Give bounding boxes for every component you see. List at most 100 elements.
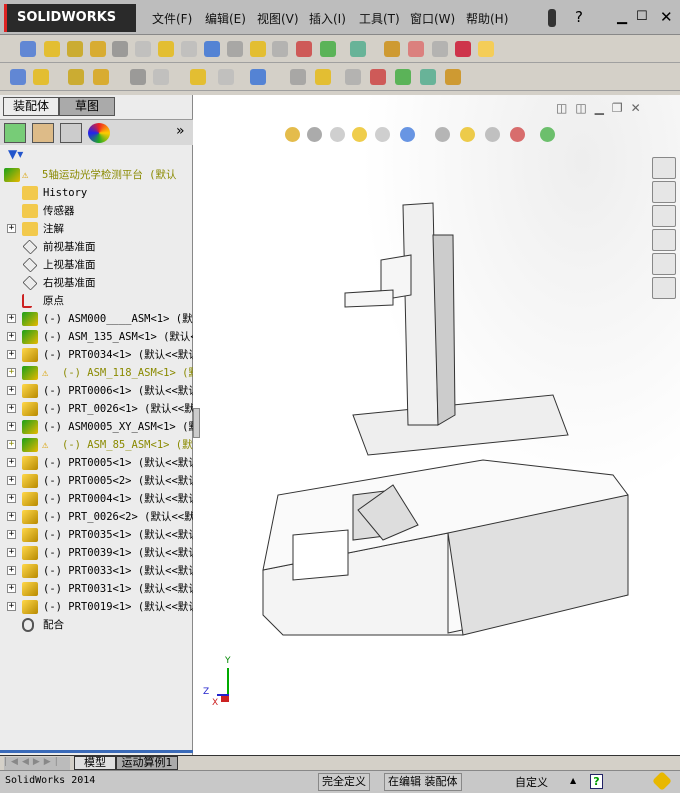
expand-icon[interactable]: +: [7, 386, 16, 395]
tool-button-icon[interactable]: [408, 41, 424, 57]
tool-button-icon[interactable]: [384, 41, 400, 57]
panel-splitter[interactable]: [0, 750, 193, 753]
expand-icon[interactable]: +: [7, 458, 16, 467]
custom-properties-tab[interactable]: [652, 277, 676, 299]
tree-item[interactable]: 传感器: [0, 202, 193, 220]
tree-item[interactable]: + (-) ASM000____ASM<1> (默认: [0, 310, 193, 328]
tool-button-icon[interactable]: [478, 41, 494, 57]
units-selector[interactable]: 自定义: [515, 774, 548, 790]
tree-item[interactable]: + (-) PRT0033<1> (默认<<默认: [0, 562, 193, 580]
tree-item[interactable]: 原点: [0, 292, 193, 310]
feature-manager-tab[interactable]: [4, 123, 26, 143]
tool-button-icon[interactable]: [296, 41, 312, 57]
expand-icon[interactable]: +: [7, 584, 16, 593]
tool-button-icon[interactable]: [67, 41, 83, 57]
assembly-button-icon[interactable]: [370, 69, 386, 85]
minimize-button[interactable]: ▁: [617, 10, 627, 25]
tab-model[interactable]: 模型: [74, 756, 116, 770]
assembly-button-icon[interactable]: [290, 69, 306, 85]
menu-1[interactable]: 编辑(E): [205, 10, 246, 27]
menu-0[interactable]: 文件(F): [152, 10, 192, 27]
tree-item[interactable]: + ⚠ (-) ASM_85_ASM<1> (默认: [0, 436, 193, 454]
tree-item[interactable]: 前视基准面: [0, 238, 193, 256]
help-button[interactable]: ?: [575, 8, 583, 26]
tool-button-icon[interactable]: [135, 41, 151, 57]
expand-icon[interactable]: +: [7, 224, 16, 233]
tool-button-icon[interactable]: [181, 41, 197, 57]
tree-item[interactable]: ⚠ 5轴运动光学检测平台 (默认: [0, 166, 193, 184]
display-manager-tab[interactable]: [88, 123, 110, 143]
tool-button-icon[interactable]: [350, 41, 366, 57]
expand-icon[interactable]: +: [7, 602, 16, 611]
tool-button-icon[interactable]: [20, 41, 36, 57]
tree-item[interactable]: + (-) PRT0031<1> (默认<<默认: [0, 580, 193, 598]
expand-icon[interactable]: +: [7, 368, 16, 377]
appearances-tab[interactable]: [652, 253, 676, 275]
tab-scroll-buttons[interactable]: |◀◀▶▶|: [4, 757, 70, 770]
close-button[interactable]: ✕: [660, 8, 673, 26]
tool-button-icon[interactable]: [432, 41, 448, 57]
tool-button-icon[interactable]: [204, 41, 220, 57]
assembly-button-icon[interactable]: [420, 69, 436, 85]
assembly-button-icon[interactable]: [68, 69, 84, 85]
assembly-button-icon[interactable]: [395, 69, 411, 85]
tab-assembly[interactable]: 装配体: [3, 97, 59, 116]
tool-button-icon[interactable]: [320, 41, 336, 57]
tree-item[interactable]: 右视基准面: [0, 274, 193, 292]
help-icon[interactable]: ?: [590, 774, 603, 789]
design-library-tab[interactable]: [652, 181, 676, 203]
tree-item[interactable]: 上视基准面: [0, 256, 193, 274]
assembly-button-icon[interactable]: [345, 69, 361, 85]
expand-chevron[interactable]: »: [176, 123, 185, 139]
expand-icon[interactable]: +: [7, 422, 16, 431]
menu-2[interactable]: 视图(V): [257, 10, 299, 27]
tree-item[interactable]: + 注解: [0, 220, 193, 238]
expand-icon[interactable]: +: [7, 440, 16, 449]
menu-5[interactable]: 窗口(W): [410, 10, 455, 27]
tree-item[interactable]: + (-) PRT0006<1> (默认<<默认: [0, 382, 193, 400]
expand-icon[interactable]: +: [7, 332, 16, 341]
expand-icon[interactable]: +: [7, 512, 16, 521]
tool-button-icon[interactable]: [250, 41, 266, 57]
tree-item[interactable]: + (-) ASM0005_XY_ASM<1> (默: [0, 418, 193, 436]
expand-icon[interactable]: +: [7, 494, 16, 503]
tree-item[interactable]: + (-) PRT_0026<1> (默认<<默: [0, 400, 193, 418]
tool-button-icon[interactable]: [455, 41, 471, 57]
tab-motion-study-1[interactable]: 运动算例1: [116, 756, 178, 770]
tree-item[interactable]: + (-) PRT0004<1> (默认<<默认: [0, 490, 193, 508]
property-manager-tab[interactable]: [32, 123, 54, 143]
tool-button-icon[interactable]: [90, 41, 106, 57]
tree-item[interactable]: 配合: [0, 616, 193, 634]
menu-4[interactable]: 工具(T): [359, 10, 400, 27]
assembly-button-icon[interactable]: [33, 69, 49, 85]
traffic-light-icon[interactable]: [548, 9, 556, 27]
expand-icon[interactable]: +: [7, 548, 16, 557]
tool-button-icon[interactable]: [112, 41, 128, 57]
assembly-button-icon[interactable]: [250, 69, 266, 85]
tree-item[interactable]: + (-) PRT0005<2> (默认<<默认: [0, 472, 193, 490]
assembly-button-icon[interactable]: [218, 69, 234, 85]
maximize-button[interactable]: ☐: [636, 9, 648, 24]
tag-icon[interactable]: [652, 771, 672, 791]
menu-6[interactable]: 帮助(H): [466, 10, 508, 27]
assembly-button-icon[interactable]: [93, 69, 109, 85]
tree-item[interactable]: + (-) PRT0005<1> (默认<<默认: [0, 454, 193, 472]
tree-item[interactable]: + (-) PRT0034<1> (默认<<默认: [0, 346, 193, 364]
assembly-button-icon[interactable]: [10, 69, 26, 85]
units-arrow-icon[interactable]: ▲: [570, 776, 576, 785]
tree-item[interactable]: + (-) PRT_0026<2> (默认<<默: [0, 508, 193, 526]
configuration-manager-tab[interactable]: [60, 123, 82, 143]
expand-icon[interactable]: +: [7, 350, 16, 359]
expand-icon[interactable]: +: [7, 314, 16, 323]
assembly-button-icon[interactable]: [190, 69, 206, 85]
assembly-button-icon[interactable]: [445, 69, 461, 85]
tree-item[interactable]: + (-) PRT0039<1> (默认<<默认: [0, 544, 193, 562]
tree-item[interactable]: + (-) PRT0019<1> (默认<<默认: [0, 598, 193, 616]
tool-button-icon[interactable]: [158, 41, 174, 57]
tree-item[interactable]: + (-) PRT0035<1> (默认<<默认: [0, 526, 193, 544]
tree-item[interactable]: + (-) ASM_135_ASM<1> (默认<: [0, 328, 193, 346]
tool-button-icon[interactable]: [272, 41, 288, 57]
assembly-button-icon[interactable]: [130, 69, 146, 85]
expand-icon[interactable]: +: [7, 530, 16, 539]
panel-collapse-handle[interactable]: [193, 408, 200, 438]
